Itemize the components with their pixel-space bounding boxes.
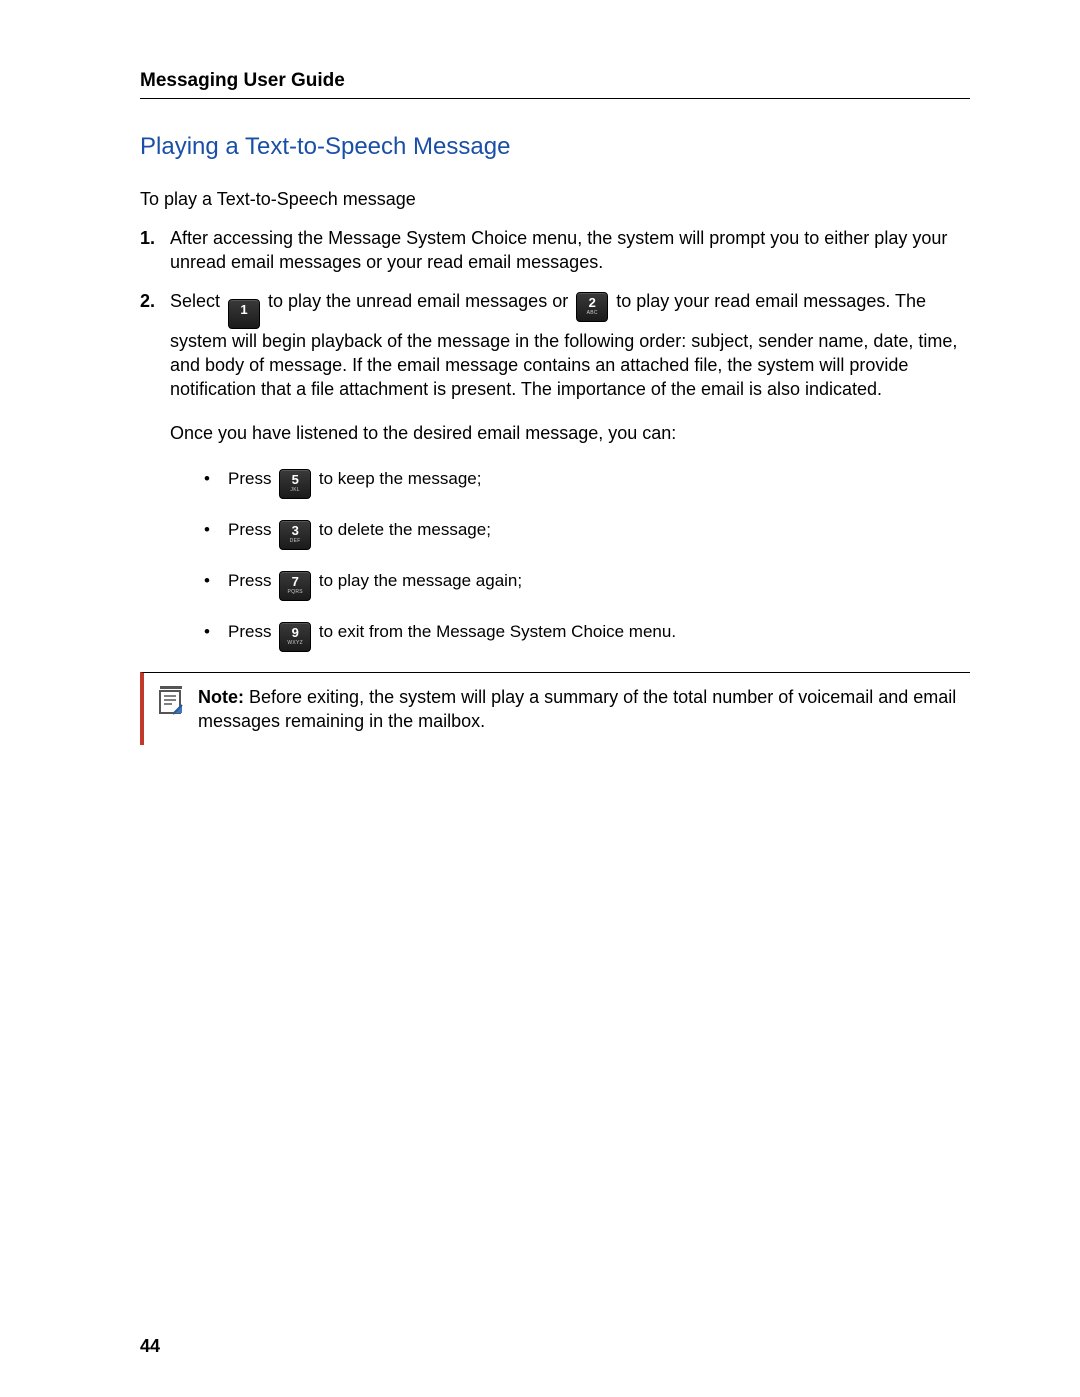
step-text-pre: Select xyxy=(170,291,225,311)
step-number: 1. xyxy=(140,226,155,250)
phone-key-9-icon: 9WXYZ xyxy=(279,622,311,652)
phone-key-5-icon: 5JKL xyxy=(279,469,311,499)
action-replay: Press 7PQRS to play the message again; xyxy=(200,566,970,601)
action-delete: Press 3DEF to delete the message; xyxy=(200,515,970,550)
action-keep: Press 5JKL to keep the message; xyxy=(200,464,970,499)
after-listen-text: Once you have listened to the desired em… xyxy=(170,421,970,445)
phone-key-1-icon: 1 xyxy=(228,299,260,329)
section-intro: To play a Text-to-Speech message xyxy=(140,189,970,210)
step-1: 1. After accessing the Message System Ch… xyxy=(170,226,970,275)
step-text: After accessing the Message System Choic… xyxy=(170,228,947,272)
note-text: Note: Before exiting, the system will pl… xyxy=(198,685,960,734)
phone-key-3-icon: 3DEF xyxy=(279,520,311,550)
step-number: 2. xyxy=(140,289,155,313)
step-text-mid1: to play the unread email messages or xyxy=(263,291,573,311)
note-callout: Note: Before exiting, the system will pl… xyxy=(140,672,970,746)
note-body: Before exiting, the system will play a s… xyxy=(198,687,956,731)
section-heading: Playing a Text-to-Speech Message xyxy=(140,133,970,161)
action-exit: Press 9WXYZ to exit from the Message Sys… xyxy=(200,617,970,652)
document-title: Messaging User Guide xyxy=(140,70,970,99)
note-icon xyxy=(158,685,184,734)
document-page: Messaging User Guide Playing a Text-to-S… xyxy=(0,0,1080,1397)
page-number: 44 xyxy=(140,1336,160,1357)
step-2: 2. Select 1 to play the unread email mes… xyxy=(170,289,970,652)
note-label: Note: xyxy=(198,687,244,707)
phone-key-7-icon: 7PQRS xyxy=(279,571,311,601)
actions-list: Press 5JKL to keep the message; Press 3D… xyxy=(170,464,970,652)
phone-key-2-icon: 2ABC xyxy=(576,292,608,322)
steps-list: 1. After accessing the Message System Ch… xyxy=(140,226,970,652)
